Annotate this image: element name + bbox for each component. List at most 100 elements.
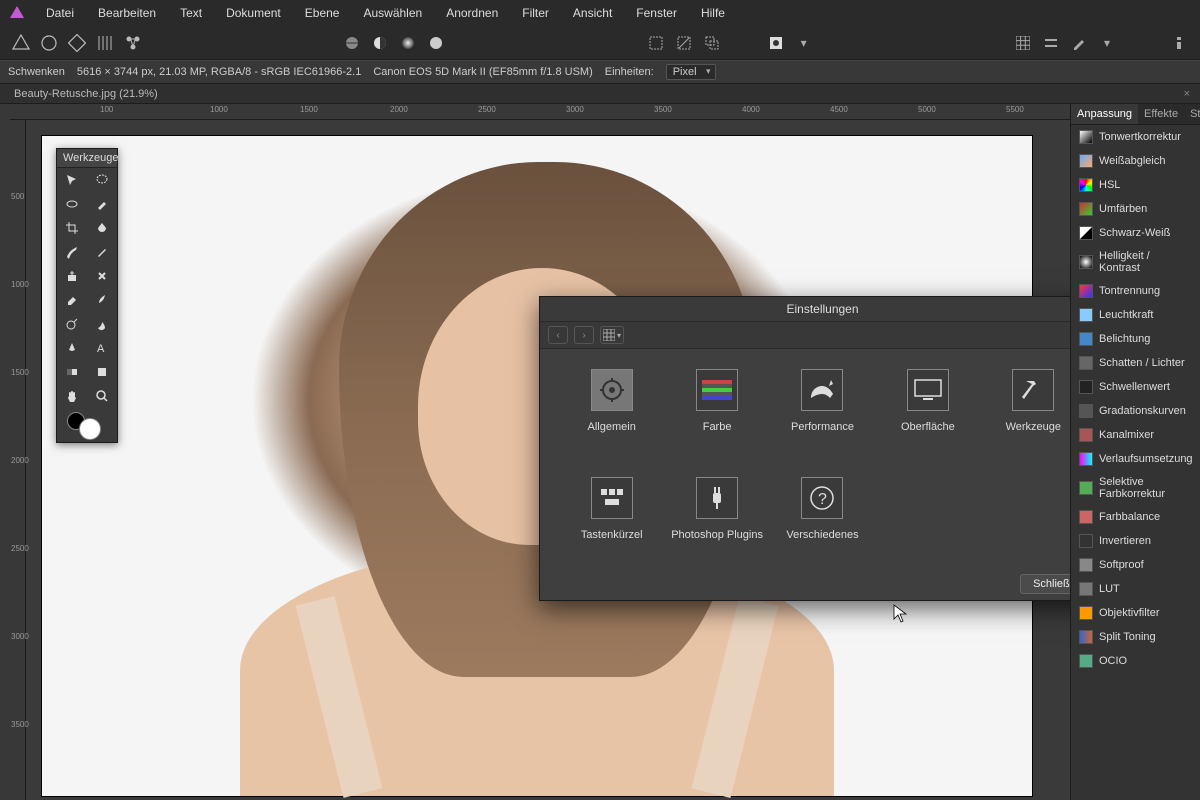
gradient-tool-icon[interactable] <box>57 360 87 384</box>
persona-tone-icon[interactable] <box>94 32 116 54</box>
persona-export-icon[interactable] <box>122 32 144 54</box>
adjustment-item[interactable]: Gradationskurven <box>1071 399 1200 423</box>
persona-photo-icon[interactable] <box>10 32 32 54</box>
smudge-tool-icon[interactable] <box>87 288 117 312</box>
menu-hilfe[interactable]: Hilfe <box>691 2 735 24</box>
dodge-tool-icon[interactable] <box>57 312 87 336</box>
adjustment-item[interactable]: Invertieren <box>1071 529 1200 553</box>
adjustment-item[interactable]: Weißabgleich <box>1071 149 1200 173</box>
toolbar-gradient-icon[interactable] <box>397 32 419 54</box>
persona-liquify-icon[interactable] <box>38 32 60 54</box>
tab-close-icon[interactable]: × <box>1184 88 1190 100</box>
units-select[interactable]: Pixel <box>666 64 716 80</box>
burn-tool-icon[interactable] <box>87 312 117 336</box>
align-icon[interactable] <box>1040 32 1062 54</box>
eraser-tool-icon[interactable] <box>57 288 87 312</box>
dialog-back-icon[interactable]: ‹ <box>548 326 568 344</box>
toolbar-solid-icon[interactable] <box>425 32 447 54</box>
pref-item-gear[interactable]: Allgemein <box>564 369 659 455</box>
pref-item-question[interactable]: ?Verschiedenes <box>775 477 870 563</box>
pref-item-plug[interactable]: Photoshop Plugins <box>669 477 764 563</box>
adjustment-item[interactable]: Softproof <box>1071 553 1200 577</box>
ruler-tick: 1000 <box>11 280 29 289</box>
adjustment-item[interactable]: Objektivfilter <box>1071 601 1200 625</box>
move-tool-icon[interactable] <box>57 168 87 192</box>
menu-datei[interactable]: Datei <box>36 2 84 24</box>
adjustment-item[interactable]: Verlaufsumsetzung <box>1071 447 1200 471</box>
menu-auswaehlen[interactable]: Auswählen <box>353 2 432 24</box>
menu-ansicht[interactable]: Ansicht <box>563 2 622 24</box>
menu-ebene[interactable]: Ebene <box>295 2 350 24</box>
dialog-forward-icon[interactable]: › <box>574 326 594 344</box>
adjustment-item[interactable]: Schwellenwert <box>1071 375 1200 399</box>
menu-anordnen[interactable]: Anordnen <box>436 2 508 24</box>
shape-tool-icon[interactable] <box>87 360 117 384</box>
pen-tool-icon[interactable] <box>57 336 87 360</box>
adjustment-item[interactable]: OCIO <box>1071 649 1200 673</box>
background-color[interactable] <box>79 418 101 440</box>
info-icon[interactable] <box>1168 32 1190 54</box>
menu-bearbeiten[interactable]: Bearbeiten <box>88 2 166 24</box>
selection-brush-icon[interactable] <box>87 192 117 216</box>
grid-icon[interactable] <box>1012 32 1034 54</box>
hand-tool-icon[interactable] <box>57 384 87 408</box>
selection-mode2-icon[interactable] <box>673 32 695 54</box>
tab-effekte[interactable]: Effekte <box>1138 104 1184 124</box>
ruler-tick: 5500 <box>1006 105 1024 114</box>
zoom-tool-icon[interactable] <box>87 384 117 408</box>
adjustment-item[interactable]: Leuchtkraft <box>1071 303 1200 327</box>
paint-brush-icon[interactable] <box>87 240 117 264</box>
dialog-close-button[interactable]: Schließen <box>1020 574 1070 594</box>
menu-fenster[interactable]: Fenster <box>626 2 687 24</box>
ellipse-marquee-icon[interactable] <box>57 192 87 216</box>
adjustment-item[interactable]: Schwarz-Weiß <box>1071 221 1200 245</box>
dialog-view-grid-icon[interactable]: ▾ <box>600 326 624 344</box>
adjustment-item[interactable]: Schatten / Lichter <box>1071 351 1200 375</box>
pref-label: Performance <box>791 421 854 433</box>
selection-mode1-icon[interactable] <box>645 32 667 54</box>
pref-item-keys[interactable]: Tastenkürzel <box>564 477 659 563</box>
pref-item-color[interactable]: Farbe <box>669 369 764 455</box>
document-tab[interactable]: Beauty-Retusche.jpg (21.9%) <box>6 86 166 102</box>
adjustment-item[interactable]: Tonwertkorrektur <box>1071 125 1200 149</box>
text-tool-icon[interactable]: A <box>87 336 117 360</box>
pref-item-monitor[interactable]: Oberfläche <box>880 369 975 455</box>
adjustment-item[interactable]: HSL <box>1071 173 1200 197</box>
menu-dokument[interactable]: Dokument <box>216 2 291 24</box>
toolbar-halfcircle-icon[interactable] <box>369 32 391 54</box>
camera-info: Canon EOS 5D Mark II (EF85mm f/1.8 USM) <box>373 66 592 78</box>
ruler-tick: 100 <box>100 105 113 114</box>
dropdown2-icon[interactable]: ▾ <box>1096 32 1118 54</box>
dropdown-icon[interactable]: ▾ <box>793 32 815 54</box>
brush-tool-icon[interactable] <box>57 240 87 264</box>
ruler-tick: 1500 <box>300 105 318 114</box>
healing-tool-icon[interactable] <box>87 264 117 288</box>
lasso-tool-icon[interactable] <box>87 168 117 192</box>
edit-icon[interactable] <box>1068 32 1090 54</box>
persona-develop-icon[interactable] <box>66 32 88 54</box>
adjustment-item[interactable]: Umfärben <box>1071 197 1200 221</box>
adjustment-item[interactable]: Split Toning <box>1071 625 1200 649</box>
menu-text[interactable]: Text <box>170 2 212 24</box>
selection-mode3-icon[interactable] <box>701 32 723 54</box>
color-swatches[interactable] <box>57 408 117 442</box>
crop-tool-icon[interactable] <box>57 216 87 240</box>
adjustment-swatch-icon <box>1079 404 1093 418</box>
menu-filter[interactable]: Filter <box>512 2 559 24</box>
adjustment-item[interactable]: Selektive Farbkorrektur <box>1071 471 1200 505</box>
adjustment-item[interactable]: LUT <box>1071 577 1200 601</box>
quickmask-icon[interactable] <box>765 32 787 54</box>
tab-stile[interactable]: Stile <box>1184 104 1200 124</box>
pref-item-cat[interactable]: Performance <box>775 369 870 455</box>
flood-tool-icon[interactable] <box>87 216 117 240</box>
adjustment-item[interactable]: Kanalmixer <box>1071 423 1200 447</box>
tab-anpassung[interactable]: Anpassung <box>1071 104 1138 124</box>
adjustment-item[interactable]: Helligkeit / Kontrast <box>1071 245 1200 279</box>
adjustment-item[interactable]: Farbbalance <box>1071 505 1200 529</box>
left-gutter <box>0 104 10 800</box>
clone-tool-icon[interactable] <box>57 264 87 288</box>
adjustment-item[interactable]: Tontrennung <box>1071 279 1200 303</box>
toolbar-circle1-icon[interactable] <box>341 32 363 54</box>
pref-item-hammer[interactable]: Werkzeuge <box>986 369 1070 455</box>
adjustment-item[interactable]: Belichtung <box>1071 327 1200 351</box>
